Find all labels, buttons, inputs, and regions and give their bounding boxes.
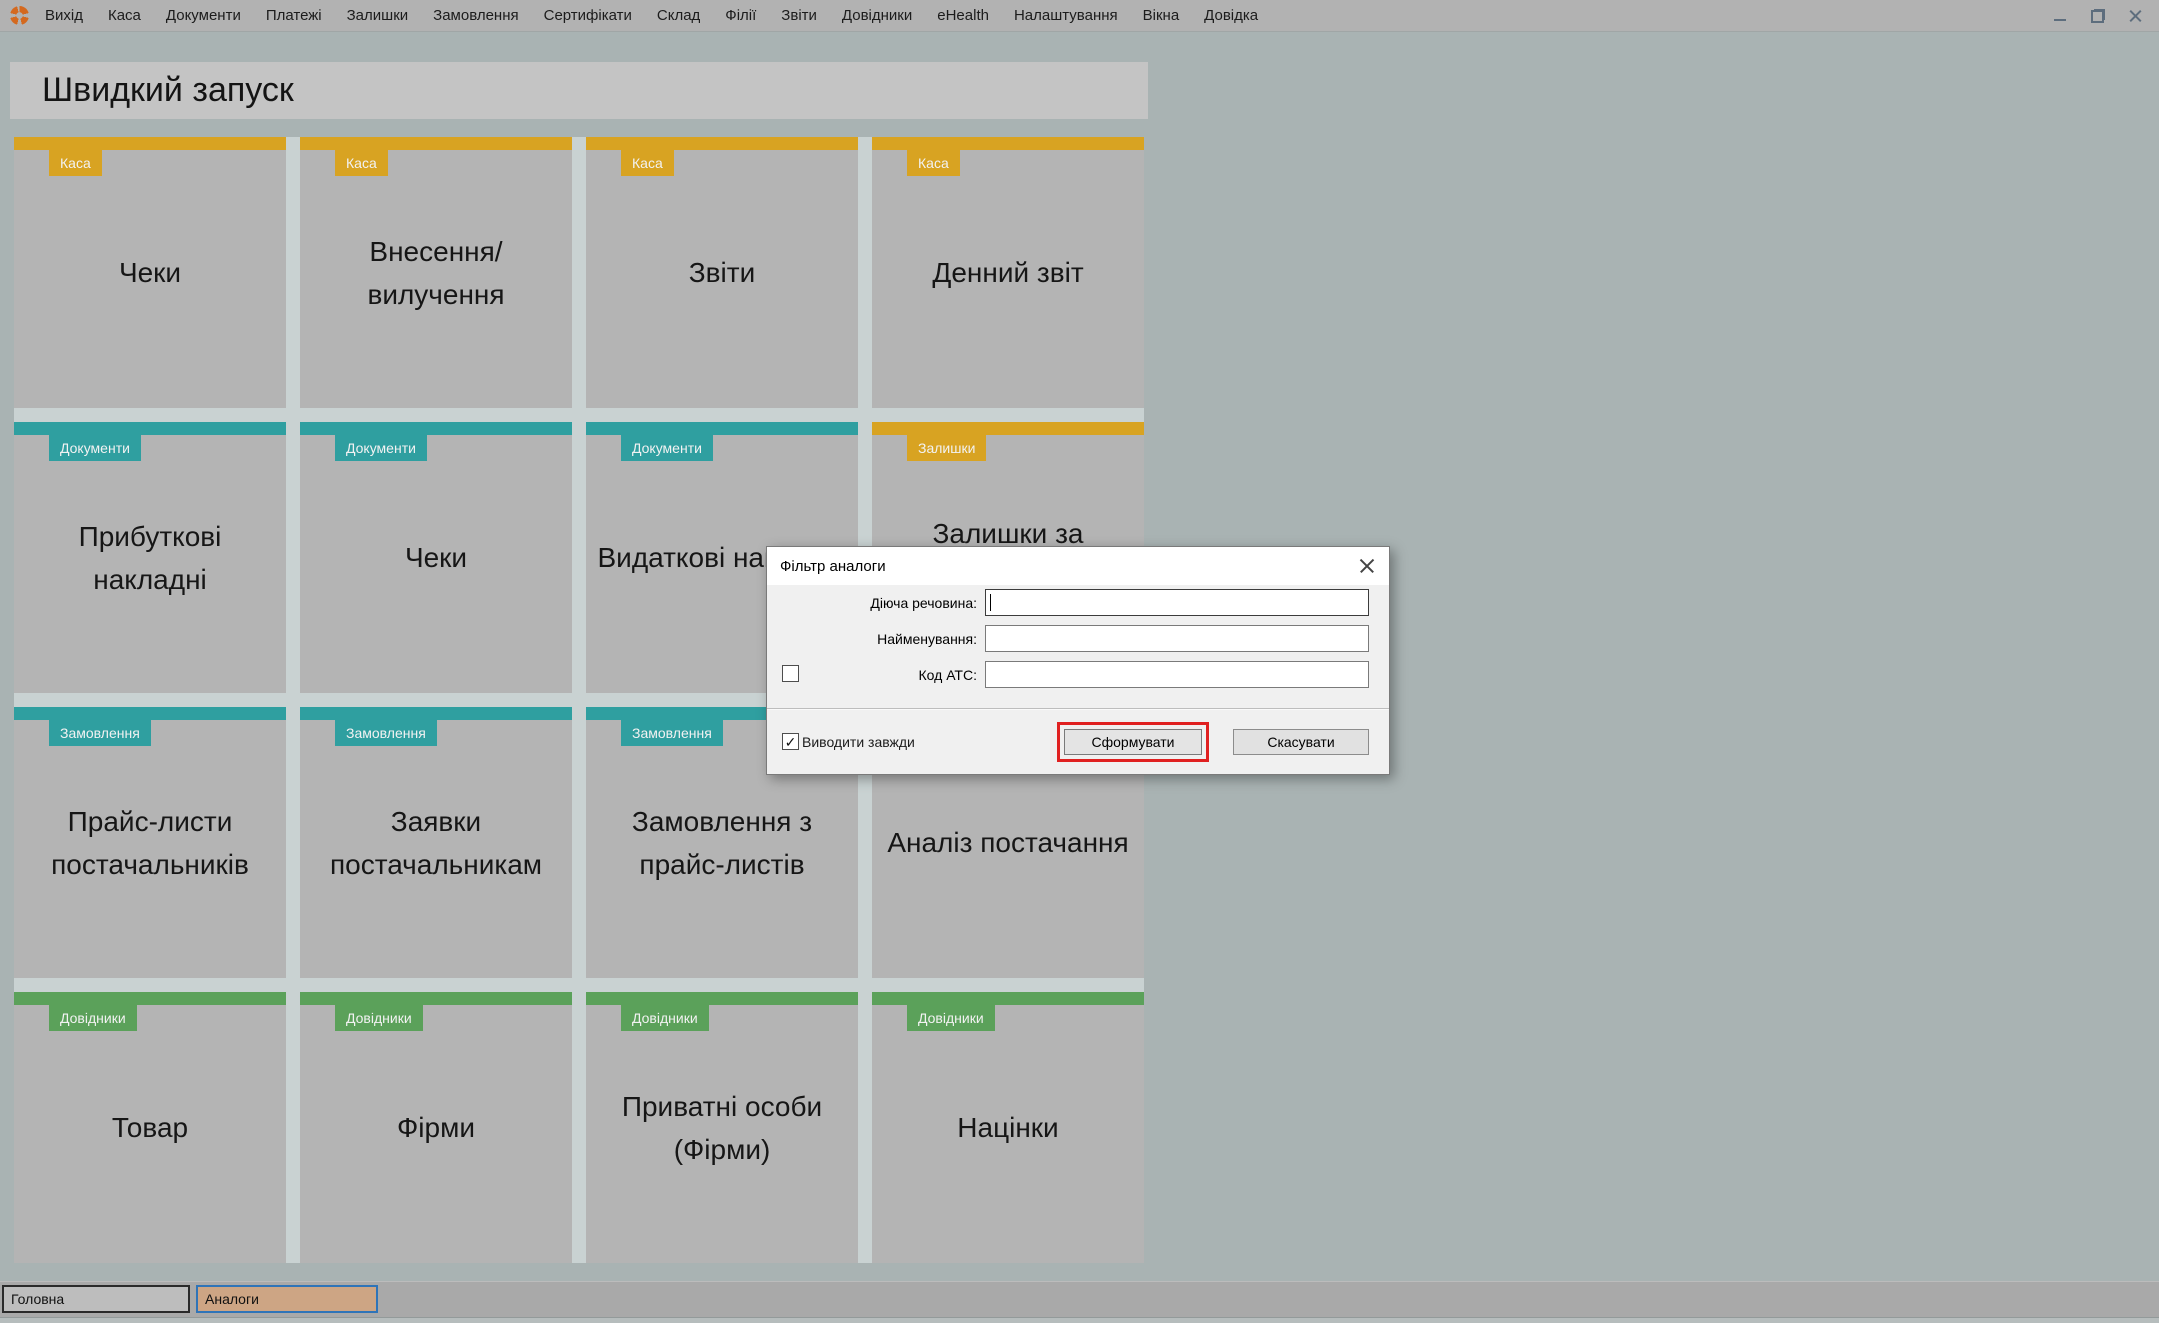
- dialog-title: Фільтр аналоги: [780, 558, 886, 575]
- field-row-active-substance: Діюча речовина:: [767, 589, 1389, 616]
- tile-label: Прибуткові накладні: [14, 422, 286, 693]
- tab-analohy[interactable]: Аналоги: [196, 1285, 378, 1313]
- atc-code-input[interactable]: [985, 661, 1369, 688]
- menu-items: Вихід Каса Документи Платежі Залишки Зам…: [45, 7, 1258, 24]
- tile-natsinky[interactable]: Довідники Націнки: [872, 992, 1144, 1263]
- tile-label: Приватні особи (Фірми): [586, 992, 858, 1263]
- restore-icon[interactable]: [2091, 9, 2105, 23]
- generate-button-highlight: Сформувати: [1057, 722, 1209, 762]
- menu-item-dokumenty[interactable]: Документи: [166, 7, 241, 24]
- menu-item-nalashtuvannia[interactable]: Налаштування: [1014, 7, 1118, 24]
- filter-analogs-dialog: Фільтр аналоги Діюча речовина: Найменува…: [766, 546, 1390, 775]
- menu-bar: Вихід Каса Документи Платежі Залишки Зам…: [0, 0, 2159, 32]
- tile-pryvatni-osoby[interactable]: Довідники Приватні особи (Фірми): [586, 992, 858, 1263]
- menu-item-kasa[interactable]: Каса: [108, 7, 141, 24]
- menu-item-sertyfikaty[interactable]: Сертифікати: [544, 7, 632, 24]
- quick-launch-panel: Швидкий запуск: [10, 62, 1148, 119]
- check-icon: ✓: [785, 735, 797, 749]
- menu-item-filii[interactable]: Філії: [725, 7, 756, 24]
- menu-item-dovidka[interactable]: Довідка: [1204, 7, 1258, 24]
- tile-label: Внесення/вилучення: [300, 137, 572, 408]
- menu-item-sklad[interactable]: Склад: [657, 7, 700, 24]
- cancel-button[interactable]: Скасувати: [1233, 729, 1369, 755]
- tile-label: Чеки: [14, 137, 286, 408]
- tile-label: Фірми: [300, 992, 572, 1263]
- generate-button[interactable]: Сформувати: [1064, 729, 1202, 755]
- tile-price-lysty-postachalnykiv[interactable]: Замовлення Прайс-листи постачальників: [14, 707, 286, 978]
- field-row-name: Найменування:: [767, 625, 1389, 652]
- name-label: Найменування:: [800, 631, 985, 647]
- tile-prybutkovi-nakladni[interactable]: Документи Прибуткові накладні: [14, 422, 286, 693]
- tile-tovar[interactable]: Довідники Товар: [14, 992, 286, 1263]
- field-row-atc-code: Код АТС:: [767, 661, 1389, 688]
- dialog-titlebar[interactable]: Фільтр аналоги: [767, 547, 1389, 585]
- active-substance-input[interactable]: [985, 589, 1369, 616]
- tile-zvity-kasa[interactable]: Каса Звіти: [586, 137, 858, 408]
- name-input[interactable]: [985, 625, 1369, 652]
- always-show-label: Виводити завжди: [802, 734, 915, 750]
- tile-firmy[interactable]: Довідники Фірми: [300, 992, 572, 1263]
- tab-holovna[interactable]: Головна: [2, 1285, 190, 1313]
- tile-label: Звіти: [586, 137, 858, 408]
- status-strip: [0, 1317, 2159, 1323]
- menu-item-vikna[interactable]: Вікна: [1143, 7, 1180, 24]
- tile-vnesennia-vyluchennia[interactable]: Каса Внесення/вилучення: [300, 137, 572, 408]
- window-controls: [2053, 9, 2143, 23]
- menu-item-zamovlennia[interactable]: Замовлення: [433, 7, 518, 24]
- menu-item-platezhi[interactable]: Платежі: [266, 7, 322, 24]
- always-show-control: ✓ Виводити завжди: [782, 733, 915, 750]
- text-caret: [990, 594, 991, 611]
- tile-cheky-dokumenty[interactable]: Документи Чеки: [300, 422, 572, 693]
- tile-label: Заявки постачальникам: [300, 707, 572, 978]
- menu-item-ehealth[interactable]: eHealth: [937, 7, 989, 24]
- tile-dennyi-zvit[interactable]: Каса Денний звіт: [872, 137, 1144, 408]
- atc-code-label: Код АТС:: [800, 667, 985, 683]
- menu-item-zvity[interactable]: Звіти: [781, 7, 817, 24]
- always-show-checkbox[interactable]: ✓: [782, 733, 799, 750]
- tile-zaiavky-postachalnykam[interactable]: Замовлення Заявки постачальникам: [300, 707, 572, 978]
- tile-label: Денний звіт: [872, 137, 1144, 408]
- tile-label: Націнки: [872, 992, 1144, 1263]
- dialog-divider: [767, 708, 1389, 710]
- tile-label: Чеки: [300, 422, 572, 693]
- menu-item-dovidnyky[interactable]: Довідники: [842, 7, 912, 24]
- tile-label: Прайс-листи постачальників: [14, 707, 286, 978]
- atc-code-checkbox[interactable]: [782, 665, 799, 682]
- menu-item-zalyshky[interactable]: Залишки: [347, 7, 409, 24]
- minimize-icon[interactable]: [2053, 9, 2067, 23]
- menu-item-vykhid[interactable]: Вихід: [45, 7, 83, 24]
- bottom-tab-bar: Головна Аналоги: [0, 1281, 2159, 1317]
- active-substance-label: Діюча речовина:: [800, 595, 985, 611]
- dialog-close-icon[interactable]: [1359, 558, 1375, 574]
- close-window-icon[interactable]: [2129, 9, 2143, 23]
- page-title: Швидкий запуск: [42, 71, 294, 110]
- app-logo-icon: [10, 6, 29, 25]
- tile-label: Товар: [14, 992, 286, 1263]
- tile-cheky-kasa[interactable]: Каса Чеки: [14, 137, 286, 408]
